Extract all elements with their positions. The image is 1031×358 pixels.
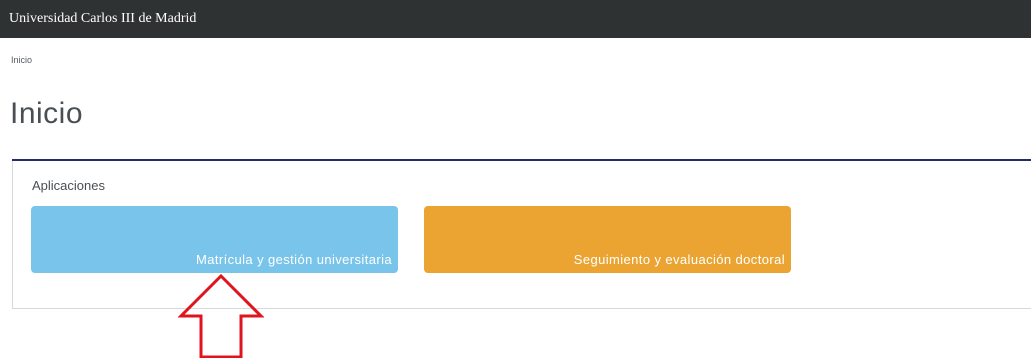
applications-heading: Aplicaciones [32, 178, 105, 193]
tile-matricula-gestion-universitaria[interactable]: Matrícula y gestión universitaria [31, 206, 398, 273]
tile-label: Matrícula y gestión universitaria [196, 252, 392, 267]
tile-seguimiento-evaluacion-doctoral[interactable]: Seguimiento y evaluación doctoral [424, 206, 791, 273]
breadcrumb-item-inicio[interactable]: Inicio [11, 55, 32, 65]
up-arrow-outline-icon [178, 273, 264, 358]
applications-panel: Aplicaciones Matrícula y gestión univers… [12, 161, 1031, 309]
breadcrumb: Inicio [11, 55, 32, 65]
tile-label: Seguimiento y evaluación doctoral [573, 252, 785, 267]
university-brand-link[interactable]: Universidad Carlos III de Madrid [9, 10, 196, 28]
page-title: Inicio [10, 97, 84, 130]
top-navbar: Universidad Carlos III de Madrid [0, 0, 1031, 38]
